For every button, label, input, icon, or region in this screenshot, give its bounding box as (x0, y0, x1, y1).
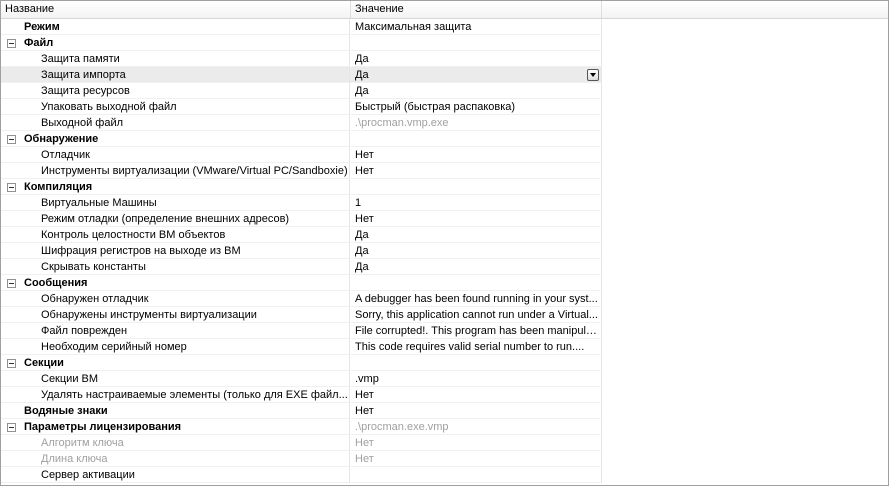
column-header-value[interactable]: Значение (351, 1, 602, 18)
property-row[interactable]: Водяные знаки Нет (1, 403, 602, 419)
property-name: Обнаружены инструменты виртуализации (1, 307, 350, 323)
property-name: Сервер активации (1, 467, 350, 483)
property-name: Файл поврежден (1, 323, 350, 339)
property-row[interactable]: Файл (1, 35, 602, 51)
property-row[interactable]: Обнаружены инструменты виртуализации Sorr… (1, 307, 602, 323)
property-row[interactable]: Защита ресурсов Да (1, 83, 602, 99)
property-value[interactable] (351, 131, 602, 147)
property-row[interactable]: Параметры лицензирования .\procman.exe.vm… (1, 419, 602, 435)
property-name: Скрывать константы (1, 259, 350, 275)
property-row[interactable]: Обнаружение (1, 131, 602, 147)
property-row[interactable]: Файл поврежден File corrupted!. This prog… (1, 323, 602, 339)
property-value[interactable]: 1 (351, 195, 602, 211)
property-value[interactable]: File corrupted!. This program has been m… (351, 323, 602, 339)
property-grid: Название Значение Режим Максимальная защи… (0, 0, 889, 486)
property-value[interactable]: .vmp (351, 371, 602, 387)
property-value: Нет (351, 451, 602, 467)
property-value[interactable]: This code requires valid serial number t… (351, 339, 602, 355)
property-row[interactable]: Виртуальные Машины 1 (1, 195, 602, 211)
property-value[interactable]: Максимальная защита (351, 19, 602, 35)
property-name: Файл (1, 35, 350, 51)
property-row[interactable]: Алгоритм ключа Нет (1, 435, 602, 451)
property-value[interactable] (351, 355, 602, 371)
property-name: Инструменты виртуализации (VMware/Virtua… (1, 163, 350, 179)
property-value[interactable]: Да (351, 67, 602, 83)
property-row[interactable]: Сообщения (1, 275, 602, 291)
property-name: Удалять настраиваемые элементы (только д… (1, 387, 350, 403)
property-value: Нет (351, 435, 602, 451)
property-name: Защита памяти (1, 51, 350, 67)
property-name: Защита ресурсов (1, 83, 350, 99)
property-row[interactable]: Упаковать выходной файл Быстрый (быстрая … (1, 99, 602, 115)
property-name: Режим (1, 19, 350, 35)
property-row[interactable]: Обнаружен отладчик A debugger has been fo… (1, 291, 602, 307)
property-name: Сообщения (1, 275, 350, 291)
property-rows: Режим Максимальная защита Файл Защита памят… (1, 19, 602, 483)
property-name: Секции (1, 355, 350, 371)
property-name: Выходной файл (1, 115, 350, 131)
tree-collapse-icon[interactable] (7, 39, 16, 48)
property-name: Секции ВМ (1, 371, 350, 387)
property-name: Обнаружен отладчик (1, 291, 350, 307)
property-row[interactable]: Сервер активации (1, 467, 602, 483)
property-name: Отладчик (1, 147, 350, 163)
property-row[interactable]: Скрывать константы Да (1, 259, 602, 275)
column-header: Название Значение (1, 1, 888, 19)
property-name: Водяные знаки (1, 403, 350, 419)
property-value[interactable] (351, 467, 602, 483)
property-row[interactable]: Шифрация регистров на выходе из ВМ Да (1, 243, 602, 259)
property-row[interactable]: Компиляция (1, 179, 602, 195)
property-value[interactable]: Sorry, this application cannot run under… (351, 307, 602, 323)
property-value[interactable]: Нет (351, 403, 602, 419)
property-name: Шифрация регистров на выходе из ВМ (1, 243, 350, 259)
tree-collapse-icon[interactable] (7, 135, 16, 144)
property-name: Контроль целостности ВМ объектов (1, 227, 350, 243)
property-row[interactable]: Режим Максимальная защита (1, 19, 602, 35)
property-value[interactable]: Да (351, 243, 602, 259)
property-value[interactable]: Нет (351, 163, 602, 179)
property-name: Необходим серийный номер (1, 339, 350, 355)
property-row[interactable]: Выходной файл .\procman.vmp.exe (1, 115, 602, 131)
property-value[interactable]: Нет (351, 211, 602, 227)
property-value[interactable]: Да (351, 51, 602, 67)
tree-collapse-icon[interactable] (7, 423, 16, 432)
property-row[interactable]: Секции ВМ .vmp (1, 371, 602, 387)
property-row[interactable]: Секции (1, 355, 602, 371)
property-row[interactable]: Защита памяти Да (1, 51, 602, 67)
property-row[interactable]: Режим отладки (определение внешних адрес… (1, 211, 602, 227)
property-value[interactable]: Нет (351, 147, 602, 163)
property-value[interactable]: Да (351, 259, 602, 275)
property-value[interactable]: Быстрый (быстрая распаковка) (351, 99, 602, 115)
property-value[interactable] (351, 35, 602, 51)
property-name: Компиляция (1, 179, 350, 195)
property-row[interactable]: Контроль целостности ВМ объектов Да (1, 227, 602, 243)
property-value[interactable]: .\procman.vmp.exe (351, 115, 602, 131)
property-name: Обнаружение (1, 131, 350, 147)
property-name: Режим отладки (определение внешних адрес… (1, 211, 350, 227)
property-value[interactable]: Да (351, 83, 602, 99)
property-row[interactable]: Длина ключа Нет (1, 451, 602, 467)
property-value[interactable]: Нет (351, 387, 602, 403)
property-row[interactable]: Удалять настраиваемые элементы (только д… (1, 387, 602, 403)
property-name: Защита импорта (1, 67, 350, 83)
tree-collapse-icon[interactable] (7, 359, 16, 368)
tree-collapse-icon[interactable] (7, 279, 16, 288)
dropdown-arrow-icon[interactable] (587, 69, 599, 81)
property-name: Параметры лицензирования (1, 419, 350, 435)
property-value[interactable]: A debugger has been found running in you… (351, 291, 602, 307)
property-name: Длина ключа (1, 451, 350, 467)
property-value[interactable]: .\procman.exe.vmp (351, 419, 602, 435)
property-value[interactable] (351, 179, 602, 195)
property-name: Алгоритм ключа (1, 435, 350, 451)
property-row[interactable]: Отладчик Нет (1, 147, 602, 163)
property-row[interactable]: Защита импорта Да (1, 67, 602, 83)
property-row[interactable]: Инструменты виртуализации (VMware/Virtua… (1, 163, 602, 179)
column-header-name[interactable]: Название (1, 1, 351, 18)
property-value[interactable]: Да (351, 227, 602, 243)
property-name: Упаковать выходной файл (1, 99, 350, 115)
property-name: Виртуальные Машины (1, 195, 350, 211)
property-value[interactable] (351, 275, 602, 291)
property-row[interactable]: Необходим серийный номер This code requir… (1, 339, 602, 355)
tree-collapse-icon[interactable] (7, 183, 16, 192)
